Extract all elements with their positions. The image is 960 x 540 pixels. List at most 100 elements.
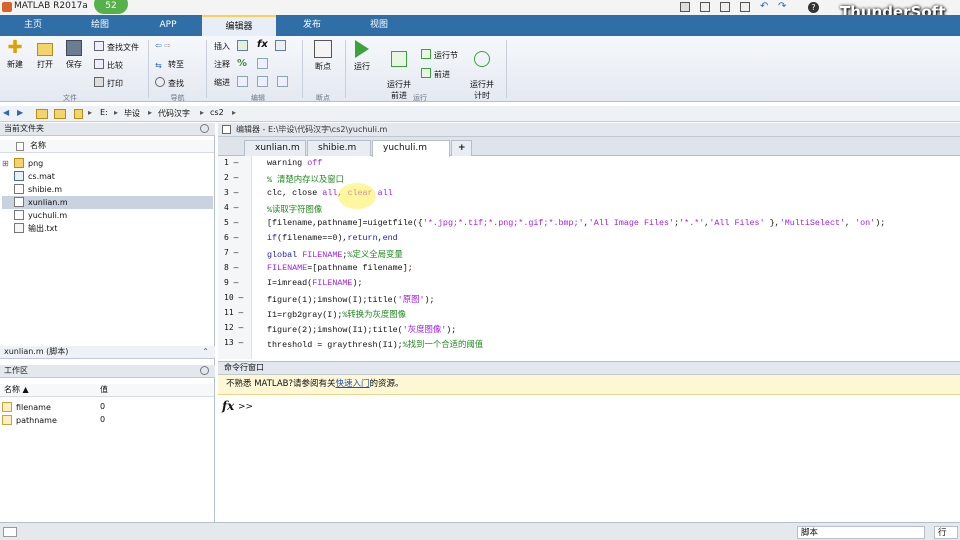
tab-yuchuli[interactable]: yuchuli.m (372, 140, 450, 157)
run-and-time-button[interactable]: 运行并 计时 (467, 40, 497, 101)
wrap-comment-icon[interactable] (257, 58, 268, 69)
code-line[interactable]: figure(1);imshow(I);title('原图'); (267, 293, 435, 305)
breadcrumb-folder[interactable]: 代码汉字 (158, 108, 190, 119)
code-line[interactable]: warning off (267, 158, 322, 168)
up-folder-icon[interactable] (36, 109, 48, 119)
notification-badge[interactable]: 52 (94, 0, 128, 14)
edit-group-label: 编辑 (251, 94, 265, 102)
insert-button[interactable]: 插入 (214, 41, 230, 52)
copy-icon[interactable] (720, 2, 730, 12)
breadcrumb-drive[interactable]: E: (100, 108, 108, 117)
back-arrow-icon[interactable]: ◀ (3, 108, 9, 117)
breadcrumb-separator: ▸ (148, 108, 153, 117)
find-files-button[interactable]: 查找文件 (94, 41, 139, 53)
find-button[interactable]: 查找 (155, 77, 184, 89)
tab-shibie[interactable]: shibie.m (307, 140, 371, 156)
list-item[interactable]: shibie.m (14, 183, 62, 196)
tab-plots[interactable]: 绘图 (66, 15, 134, 36)
command-window: 命令行窗口 不熟悉 MATLAB?请参阅有关快速入门的资源。 fx >> (218, 361, 960, 522)
value-column-header[interactable]: 值 (100, 384, 108, 396)
command-prompt[interactable]: >> (238, 402, 253, 412)
tab-home[interactable]: 主页 (0, 15, 66, 36)
decrease-indent-icon[interactable] (277, 76, 288, 87)
tab-view[interactable]: 视图 (346, 15, 412, 36)
breadcrumb-folder[interactable]: cs2 (210, 108, 224, 117)
redo-icon[interactable]: ↷ (778, 2, 788, 12)
forward-arrow-icon[interactable]: ▶ (17, 108, 23, 117)
getting-started-link[interactable]: 快速入门 (335, 379, 369, 389)
breakpoints-button[interactable]: 断点 (306, 40, 340, 72)
advance-button[interactable]: 前进 (421, 68, 450, 80)
nav-back-forward[interactable]: ⇦ ⇨ (155, 41, 171, 50)
table-row[interactable]: filename (2, 401, 51, 414)
goto-button[interactable]: ⇆ 转至 (155, 59, 184, 71)
panel-menu-icon[interactable] (200, 124, 209, 133)
panel-menu-icon[interactable] (200, 366, 209, 375)
command-input[interactable] (252, 399, 952, 519)
tab-xunlian[interactable]: xunlian.m (244, 140, 306, 156)
paste-icon[interactable] (740, 2, 750, 12)
ribbon-toolbar: ✚ 新建 打开 保存 查找文件 比较 打印 文件 ⇦ ⇨ ⇆ 转至 查找 导航 插… (0, 36, 960, 102)
run-button[interactable]: 运行 (348, 40, 376, 72)
tab-publish[interactable]: 发布 (278, 15, 346, 36)
browse-folder-icon[interactable] (54, 109, 66, 119)
insert-options-icon[interactable] (275, 40, 286, 51)
code-line[interactable]: % 清楚内存以及窗口 (267, 173, 344, 185)
line-number-gutter: 1 – 2 – 3 – 4 – 5 – 6 – 7 – 8 – 9 – 10 – 11 – 12 – 1… (218, 156, 252, 359)
expand-icon[interactable]: ⊞ (2, 157, 9, 170)
indent-icon[interactable] (237, 76, 248, 87)
code-line[interactable]: I=imread(FILENAME); (267, 278, 363, 288)
comment-button[interactable]: 注释 (214, 59, 230, 70)
line-number: 9 – (224, 278, 239, 287)
status-bar: 脚本 行 (0, 522, 960, 540)
table-row[interactable]: pathname (2, 414, 57, 427)
list-item[interactable]: 输出.txt (14, 222, 58, 235)
code-line[interactable]: if(filename==0),return,end (267, 233, 398, 243)
run-and-advance-button[interactable]: 运行并 前进 (384, 40, 414, 101)
increase-indent-icon[interactable] (257, 76, 268, 87)
tab-apps[interactable]: APP (134, 15, 202, 36)
new-button[interactable]: ✚ 新建 (3, 39, 27, 70)
new-tab-button[interactable]: + (451, 140, 472, 156)
fx-function-browser-icon[interactable]: fx (222, 399, 234, 413)
open-button[interactable]: 打开 (33, 40, 57, 70)
undo-icon[interactable]: ↶ (760, 2, 770, 12)
run-group-label: 运行 (413, 94, 427, 102)
code-line[interactable]: I1=rgb2gray(I);%转换为灰度图像 (267, 308, 406, 320)
save-button[interactable]: 保存 (62, 40, 86, 70)
address-bar[interactable]: ◀ ▶ ▸ E: ▸ 毕设 ▸ 代码汉字 ▸ cs2 ▸ (0, 106, 960, 122)
file-name-column-header[interactable]: 名称 (0, 140, 214, 153)
indent-button[interactable]: 缩进 (214, 77, 230, 88)
compare-button[interactable]: 比较 (94, 59, 123, 71)
file-details-bar[interactable]: xunlian.m (脚本) ⌃ (0, 346, 215, 359)
run-section-button[interactable]: 运行节 (421, 49, 458, 61)
help-icon[interactable]: ? (808, 2, 819, 13)
code-line[interactable]: [filename,pathname]=uigetfile({'*.jpg;*.… (267, 218, 885, 228)
fx-function-icon[interactable]: fx (257, 39, 268, 50)
list-item[interactable]: cs.mat (14, 170, 55, 183)
print-button[interactable]: 打印 (94, 77, 123, 89)
code-line[interactable]: FILENAME=[pathname filename]; (267, 263, 413, 273)
file-group-label: 文件 (63, 94, 77, 102)
list-item[interactable]: yuchuli.m (14, 209, 67, 222)
text-file-icon (14, 223, 24, 233)
insert-section-icon[interactable] (237, 40, 248, 51)
line-number: 1 – (224, 158, 239, 167)
cut-icon[interactable] (700, 2, 710, 12)
name-column-header[interactable]: 名称 ▲ (4, 384, 29, 396)
path-folder-icon (74, 109, 83, 119)
group-divider (148, 40, 149, 98)
save-icon[interactable] (680, 2, 690, 12)
list-item[interactable]: ⊞ png (2, 157, 43, 170)
code-line[interactable]: threshold = graythresh(I1);%找到一个合适的阈值 (267, 338, 483, 350)
group-divider (506, 40, 507, 98)
code-line[interactable]: %读取字符图像 (267, 203, 322, 215)
chevron-up-icon[interactable]: ⌃ (202, 346, 209, 358)
tab-editor[interactable]: 编辑器 (202, 15, 276, 36)
code-line[interactable]: figure(2);imshow(I1);title('灰度图像'); (267, 323, 456, 335)
group-divider (206, 40, 207, 98)
list-item-selected[interactable]: xunlian.m (2, 196, 213, 209)
code-line[interactable]: global FILENAME;%定义全局变量 (267, 248, 403, 260)
breadcrumb-folder[interactable]: 毕设 (124, 108, 140, 119)
percent-comment-icon[interactable]: % (237, 58, 247, 69)
